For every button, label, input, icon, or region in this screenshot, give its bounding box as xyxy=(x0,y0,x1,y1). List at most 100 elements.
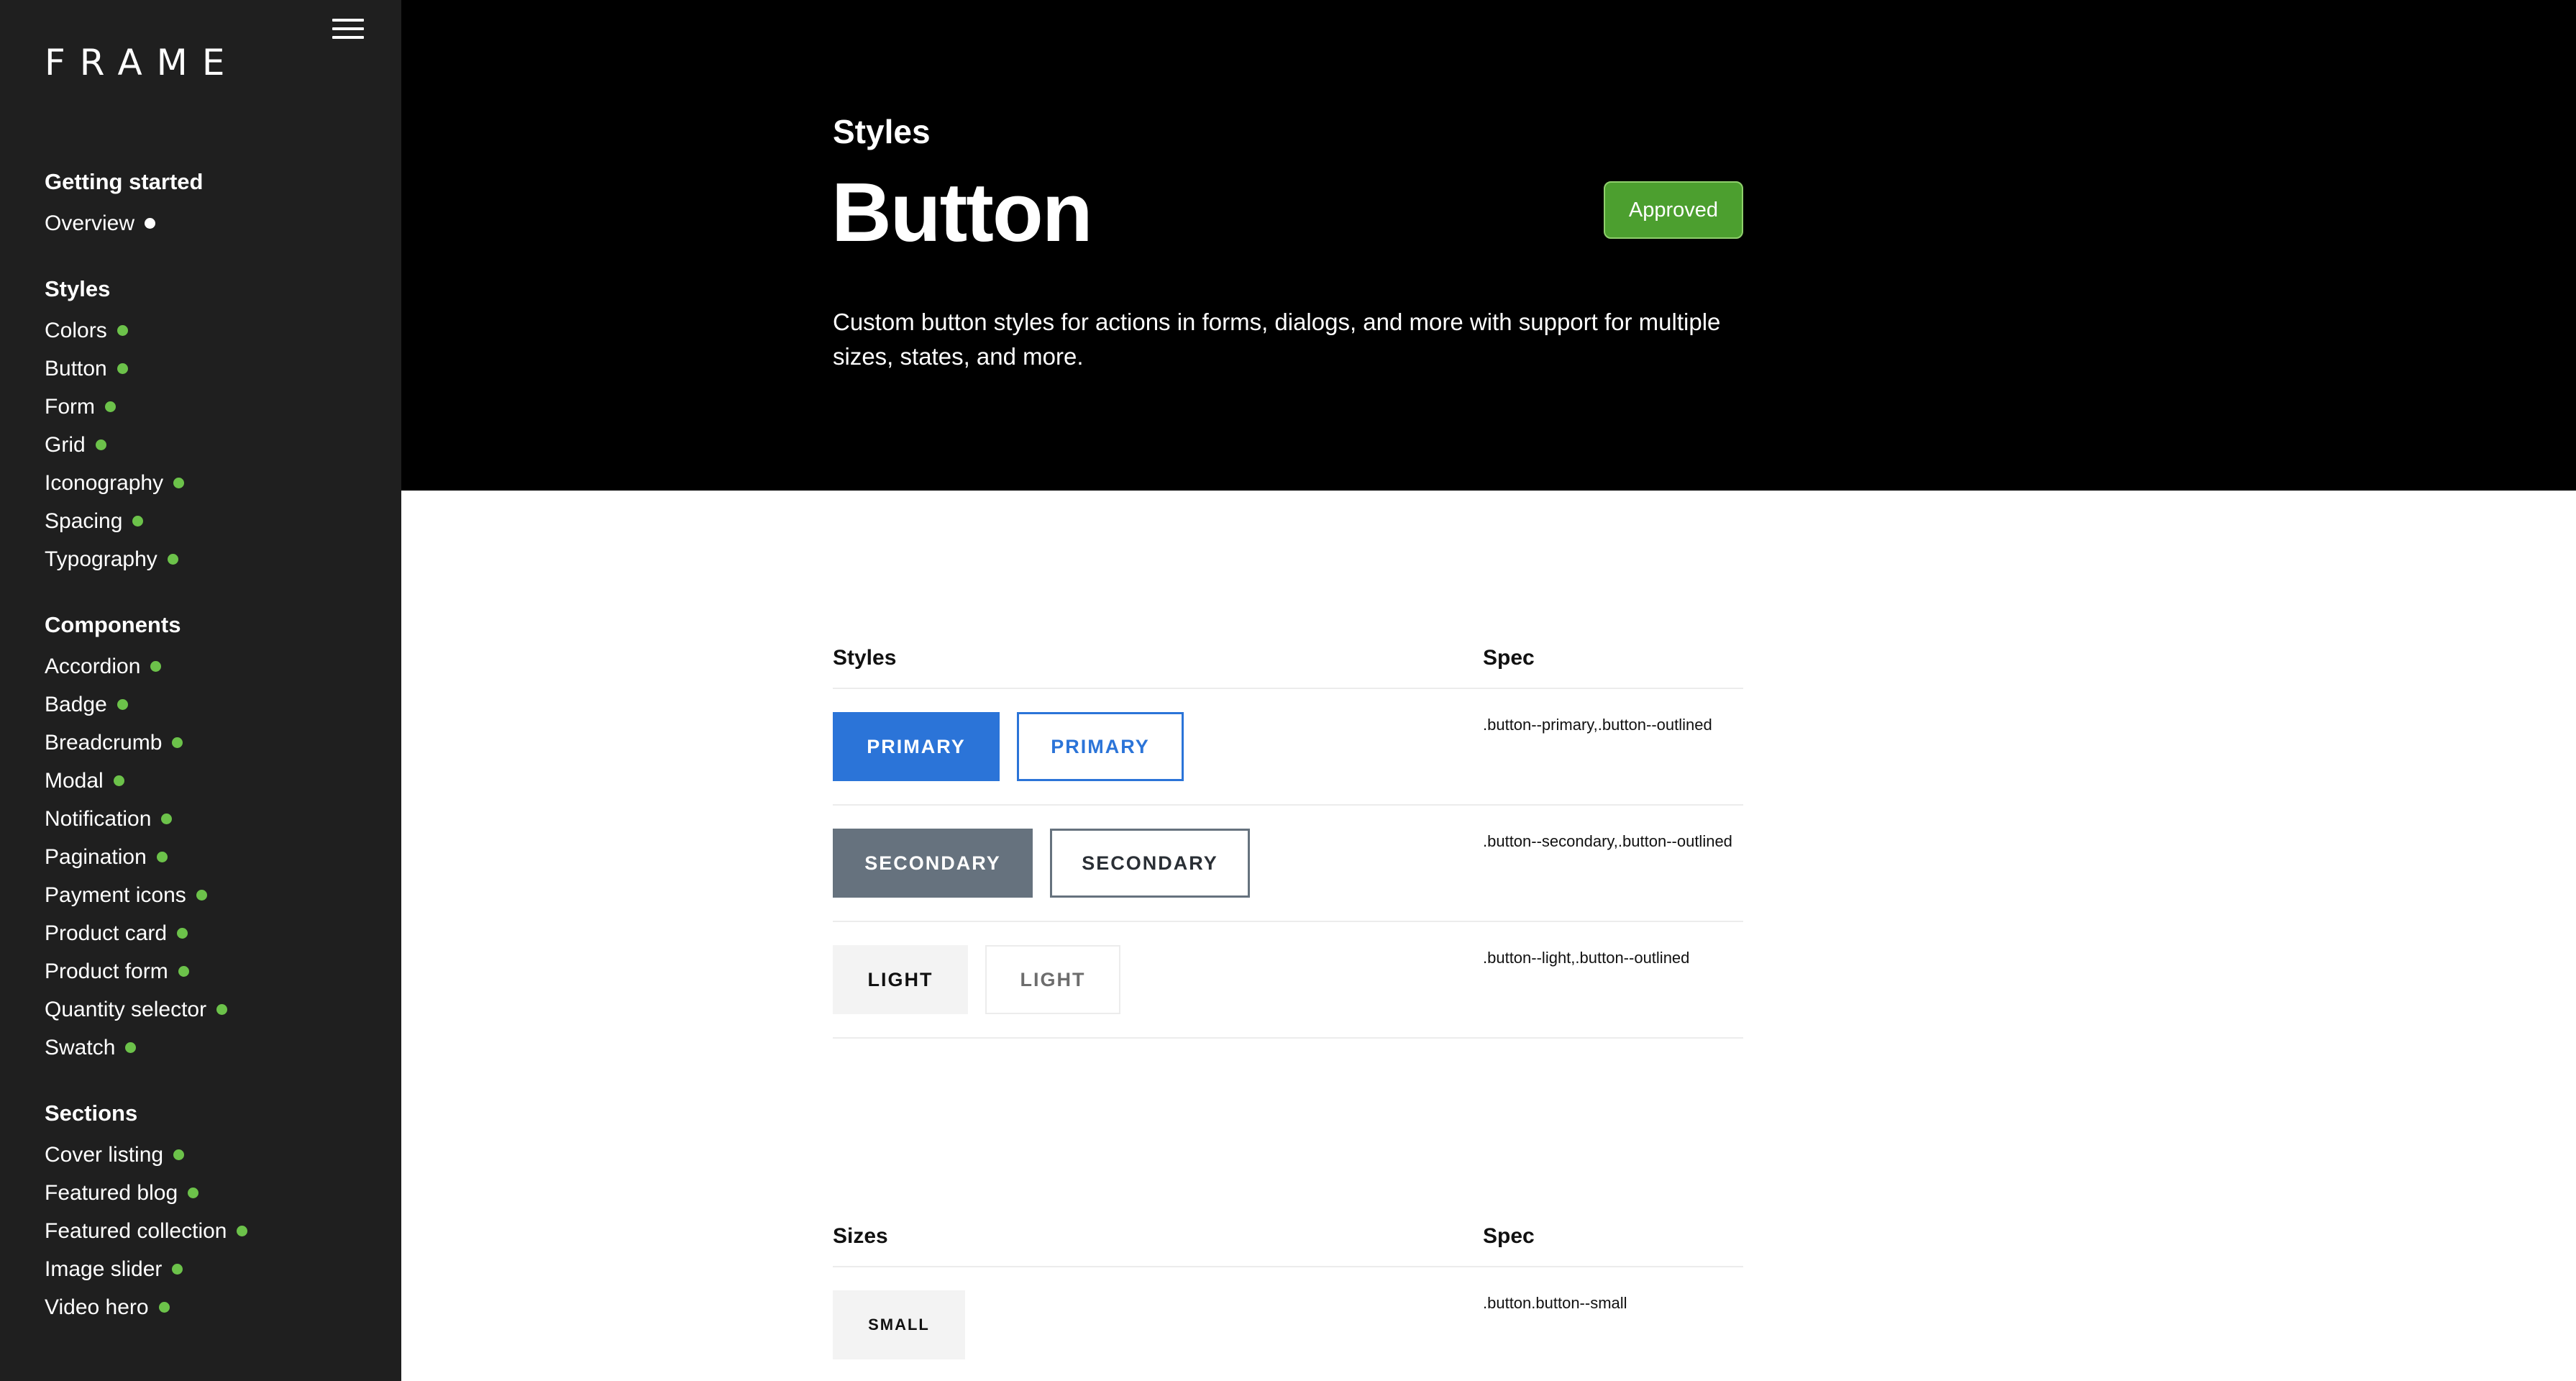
sidebar-item-label: Notification xyxy=(45,806,152,831)
sidebar-nav: Getting started Overview Styles Colors B… xyxy=(45,167,390,1358)
nav-group-getting-started: Getting started Overview xyxy=(45,167,390,242)
status-dot-icon xyxy=(150,661,162,672)
status-dot-icon xyxy=(117,363,128,374)
sidebar-item-cover-listing[interactable]: Cover listing xyxy=(45,1136,390,1174)
table-header: Styles Spec xyxy=(833,630,1743,689)
sidebar-item-product-card[interactable]: Product card xyxy=(45,914,390,952)
status-dot-icon xyxy=(117,699,128,710)
status-dot-icon xyxy=(145,218,156,229)
styles-table: Styles Spec PRIMARY PRIMARY .button--pri… xyxy=(833,630,1743,1039)
sidebar-item-payment-icons[interactable]: Payment icons xyxy=(45,876,390,914)
sidebar-item-label: Payment icons xyxy=(45,883,186,907)
page-kicker: Styles xyxy=(833,113,931,150)
secondary-outlined-button[interactable]: SECONDARY xyxy=(1050,829,1250,898)
sidebar-item-label: Spacing xyxy=(45,509,123,533)
status-dot-icon xyxy=(158,1302,170,1313)
sidebar-item-featured-collection[interactable]: Featured collection xyxy=(45,1212,390,1250)
menu-icon[interactable] xyxy=(332,19,364,45)
status-dot-icon xyxy=(105,401,116,412)
sidebar-item-label: Badge xyxy=(45,692,107,716)
hero-header: Styles Button Approved Custom button sty… xyxy=(401,0,2576,491)
status-dot-icon xyxy=(188,1188,199,1198)
sidebar: FRAME Getting started Overview Styles Co… xyxy=(0,0,401,1381)
nav-group-components: Components Accordion Badge Breadcrumb Mo… xyxy=(45,610,390,1067)
primary-button[interactable]: PRIMARY xyxy=(833,712,1000,781)
sidebar-item-badge[interactable]: Badge xyxy=(45,685,390,724)
sidebar-item-label: Accordion xyxy=(45,654,141,678)
sidebar-item-accordion[interactable]: Accordion xyxy=(45,647,390,685)
sidebar-item-label: Swatch xyxy=(45,1035,116,1059)
status-dot-icon xyxy=(178,966,189,977)
nav-heading: Sections xyxy=(45,1100,138,1126)
light-button[interactable]: LIGHT xyxy=(833,945,968,1014)
sidebar-item-typography[interactable]: Typography xyxy=(45,540,390,578)
status-dot-icon xyxy=(216,1004,228,1015)
sidebar-item-label: Breadcrumb xyxy=(45,730,163,755)
small-button[interactable]: SMALL xyxy=(833,1290,965,1359)
sidebar-item-iconography[interactable]: Iconography xyxy=(45,464,390,502)
status-badge: Approved xyxy=(1604,181,1743,239)
page-title: Button xyxy=(831,165,1093,259)
sidebar-item-label: Video hero xyxy=(45,1295,149,1319)
status-dot-icon xyxy=(172,1264,183,1275)
status-dot-icon xyxy=(173,478,185,488)
sidebar-item-product-form[interactable]: Product form xyxy=(45,952,390,990)
sidebar-item-label: Button xyxy=(45,356,107,380)
sidebar-item-label: Overview xyxy=(45,211,135,235)
sidebar-item-notification[interactable]: Notification xyxy=(45,800,390,838)
sidebar-item-video-hero[interactable]: Video hero xyxy=(45,1288,390,1326)
table-row: SMALL .button.button--small xyxy=(833,1267,1743,1381)
main-content: Styles Button Approved Custom button sty… xyxy=(401,0,2576,1381)
sidebar-item-label: Featured collection xyxy=(45,1218,227,1243)
sidebar-item-label: Quantity selector xyxy=(45,997,207,1021)
sidebar-item-button[interactable]: Button xyxy=(45,350,390,388)
sidebar-item-label: Colors xyxy=(45,318,107,342)
status-dot-icon xyxy=(173,1149,185,1160)
sidebar-item-form[interactable]: Form xyxy=(45,388,390,426)
sidebar-item-label: Form xyxy=(45,394,95,419)
spec-text: .button--secondary,.button--outlined xyxy=(1483,832,1732,850)
sidebar-item-overview[interactable]: Overview xyxy=(45,204,390,242)
sidebar-item-featured-blog[interactable]: Featured blog xyxy=(45,1174,390,1212)
sidebar-item-spacing[interactable]: Spacing xyxy=(45,502,390,540)
status-dot-icon xyxy=(172,737,183,748)
spec-text: .button--light,.button--outlined xyxy=(1483,949,1690,967)
column-header-styles: Styles xyxy=(833,646,897,670)
sidebar-item-swatch[interactable]: Swatch xyxy=(45,1029,390,1067)
nav-heading: Getting started xyxy=(45,169,204,194)
spec-text: .button--primary,.button--outlined xyxy=(1483,716,1712,734)
light-outlined-button[interactable]: LIGHT xyxy=(985,945,1120,1014)
sidebar-item-image-slider[interactable]: Image slider xyxy=(45,1250,390,1288)
sidebar-item-breadcrumb[interactable]: Breadcrumb xyxy=(45,724,390,762)
sidebar-item-label: Featured blog xyxy=(45,1180,178,1205)
sidebar-item-quantity-selector[interactable]: Quantity selector xyxy=(45,990,390,1029)
sidebar-item-label: Typography xyxy=(45,547,157,571)
primary-outlined-button[interactable]: PRIMARY xyxy=(1017,712,1184,781)
status-dot-icon xyxy=(167,554,178,565)
sidebar-item-label: Cover listing xyxy=(45,1142,164,1167)
status-dot-icon xyxy=(237,1226,248,1236)
table-header: Sizes Spec xyxy=(833,1208,1743,1267)
sidebar-item-label: Pagination xyxy=(45,844,147,869)
table-row: SECONDARY SECONDARY .button--secondary,.… xyxy=(833,806,1743,922)
sidebar-item-label: Iconography xyxy=(45,470,164,495)
sidebar-item-label: Product form xyxy=(45,959,168,983)
sidebar-item-grid[interactable]: Grid xyxy=(45,426,390,464)
sidebar-item-modal[interactable]: Modal xyxy=(45,762,390,800)
nav-group-styles: Styles Colors Button Form Grid Iconograp… xyxy=(45,274,390,578)
sidebar-item-colors[interactable]: Colors xyxy=(45,311,390,350)
frame-logo[interactable]: FRAME xyxy=(45,42,239,83)
status-dot-icon xyxy=(95,439,106,450)
status-dot-icon xyxy=(177,928,188,939)
spec-text: .button.button--small xyxy=(1483,1294,1627,1312)
nav-group-sections: Sections Cover listing Featured blog Fea… xyxy=(45,1098,390,1326)
sidebar-item-pagination[interactable]: Pagination xyxy=(45,838,390,876)
column-header-spec: Spec xyxy=(1483,1224,1535,1248)
secondary-button[interactable]: SECONDARY xyxy=(833,829,1033,898)
status-dot-icon xyxy=(125,1042,137,1053)
table-row: LIGHT LIGHT .button--light,.button--outl… xyxy=(833,922,1743,1039)
sidebar-item-label: Image slider xyxy=(45,1257,163,1281)
sidebar-item-label: Product card xyxy=(45,921,168,945)
status-dot-icon xyxy=(132,516,144,527)
sidebar-item-label: Grid xyxy=(45,432,86,457)
